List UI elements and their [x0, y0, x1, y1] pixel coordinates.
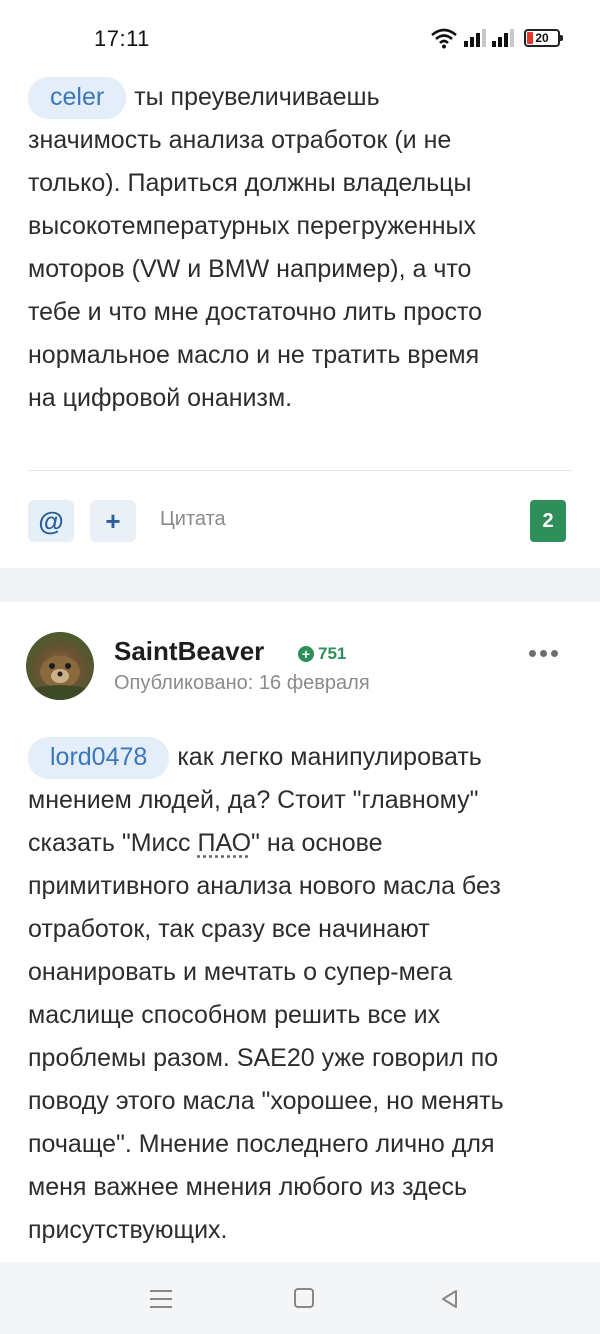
post-text-line: только). Париться должны владельцы [28, 169, 472, 197]
author-name[interactable]: SaintBeaver [114, 636, 264, 667]
signal-icon [464, 29, 486, 47]
text-fragment: сказать "Мисс [28, 829, 198, 857]
post-text-line: поводу этого масла "хорошее, но менять [28, 1087, 504, 1115]
post-text-line: на цифровой онанизм. [28, 384, 293, 412]
published-date: Опубликовано: 16 февраля [114, 672, 370, 694]
post-text-line: нормальное масло и не тратить время [28, 341, 480, 369]
quote-button[interactable]: Цитата [160, 508, 226, 531]
signal-icon [492, 29, 514, 47]
avatar[interactable] [26, 632, 94, 700]
beaver-avatar-image [26, 656, 94, 700]
post-text-line: почаще". Мнение последнего лично для [28, 1130, 495, 1158]
post-text-line: отработок, так сразу все начинают [28, 915, 430, 943]
status-bar: 17:11 20 [0, 0, 600, 64]
post-text-line: тебе и что мне достаточно лить просто [28, 298, 483, 326]
post-text-line: меня важнее мнения любого из здесь [28, 1173, 468, 1201]
menu-icon-line [150, 1306, 172, 1308]
menu-icon-line [150, 1290, 172, 1292]
plus-icon: + [105, 505, 121, 536]
text-fragment: " на основе [251, 829, 383, 857]
battery-icon: 20 [524, 29, 563, 47]
post-text-line: мнением людей, да? Стоит "главному" [28, 786, 479, 814]
plus-circle-icon: + [298, 646, 314, 662]
post-text-line: проблемы разом. SAE20 уже говорил по [28, 1044, 499, 1072]
post-text-line: высокотемпературных перегруженных [28, 212, 477, 240]
reputation-count-badge[interactable]: 2 [530, 500, 566, 542]
post-text-line: как легко манипулировать [177, 743, 482, 771]
post-separator [0, 568, 600, 602]
wifi-icon [431, 28, 457, 49]
mention-user-button[interactable]: @ [28, 500, 74, 542]
post-text-line: примитивного анализа нового масла без [28, 872, 501, 900]
status-time: 17:11 [94, 26, 150, 51]
post-text-line: маслище способном решить все их [28, 1001, 441, 1029]
post-actions: @ + Цитата 2 [28, 500, 572, 542]
dot-icon [540, 650, 547, 657]
abbreviation: ПАО [197, 829, 252, 857]
at-icon: @ [38, 505, 64, 536]
reputation-value: 751 [318, 644, 347, 663]
system-nav-bar [0, 1262, 600, 1334]
menu-icon-line [150, 1298, 172, 1300]
post-text-line: значимость анализа отработок (и не [28, 126, 452, 154]
author-reputation: + 751 [298, 644, 346, 664]
multiquote-button[interactable]: + [90, 500, 136, 542]
recent-apps-button[interactable] [150, 1290, 172, 1308]
dot-icon [551, 650, 558, 657]
post-body: lord0478 как легко манипулировать мнением… [28, 736, 576, 1252]
dot-icon [529, 650, 536, 657]
post-text-line: присутствующих. [28, 1216, 228, 1244]
more-options-button[interactable] [529, 650, 558, 657]
post-text-line: сказать "Мисс ПАО" на основе [28, 822, 576, 865]
mention-link[interactable]: lord0478 [28, 737, 170, 779]
battery-level: 20 [535, 31, 549, 45]
divider [28, 470, 572, 471]
mention-link[interactable]: celer [28, 77, 127, 119]
post-text-line: ты преувеличиваешь [134, 83, 380, 111]
post-body: celer ты преувеличиваешь значимость анали… [28, 76, 576, 420]
status-icons: 20 [430, 26, 563, 50]
home-button[interactable] [294, 1288, 314, 1308]
back-button[interactable] [438, 1288, 460, 1310]
post-text-line: онанировать и мечтать о супер-мега [28, 958, 453, 986]
post-text-line: моторов (VW и BMW например), а что [28, 255, 472, 283]
